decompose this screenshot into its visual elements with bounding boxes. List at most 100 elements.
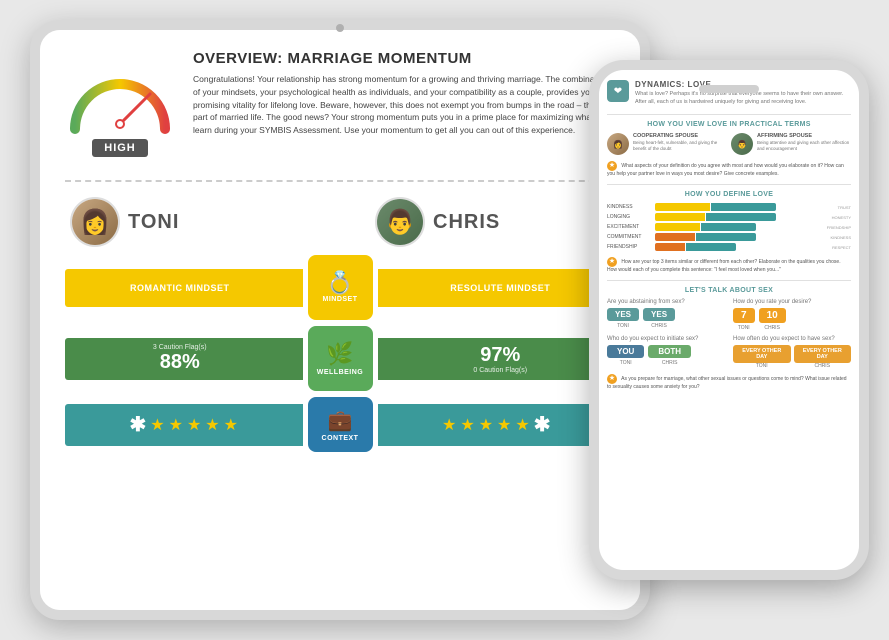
dl-toni-4 [655, 243, 685, 251]
phone-divider-3 [607, 280, 851, 281]
chris-desire-name: CHRIS [759, 325, 786, 331]
dl-label-2: EXCITEMENT [607, 224, 652, 230]
chris-block: 👨 CHRIS [375, 197, 610, 247]
toni-sex-name: TONI [607, 323, 639, 329]
phone-header: ❤ DYNAMICS: LOVE What is love? Perhaps i… [607, 80, 851, 106]
dl-right-3: KINDNESS [821, 235, 851, 240]
toni-initiate-name: TONI [607, 360, 644, 366]
phone-camera [699, 85, 759, 93]
mindset-left-label: ROMANTIC MINDSET [130, 283, 230, 293]
phone-toni-desc: Being heart-felt, vulnerable, and giving… [633, 140, 727, 152]
question-icon-1: ★ [607, 161, 617, 171]
toni-block: 👩 TONI [70, 197, 305, 247]
toni-avatar-inner: 👩 [72, 199, 118, 245]
dl-label-0: KINDNESS [607, 204, 652, 210]
define-row-friendship: FRIENDSHIP RESPECT [607, 243, 851, 251]
star4: ★ [205, 415, 219, 435]
define-row-commitment: COMMITMENT KINDNESS [607, 233, 851, 241]
wellbeing-left-percent: 88% [160, 351, 200, 374]
dl-bars-0 [655, 203, 818, 211]
phone-toni-card: 👩 COOPERATING SPOUSE Being heart-felt, v… [607, 133, 727, 155]
star7: ★ [460, 415, 474, 435]
people-row: 👩 TONI 👨 CHRIS [65, 197, 615, 247]
dl-toni-3 [655, 233, 695, 241]
initiate-title: Who do you expect to initiate sex? [607, 336, 725, 342]
context-star-left: ✱ ★ ★ ★ ★ ★ [65, 404, 303, 446]
dl-label-4: FRIENDSHIP [607, 244, 652, 250]
define-row-longing: LONGING HONESTY [607, 213, 851, 221]
phone-header-icon: ❤ [607, 80, 629, 102]
dl-toni-0 [655, 203, 710, 211]
mindset-right-label: RESOLUTE MINDSET [450, 283, 550, 293]
phone-people-cards: 👩 COOPERATING SPOUSE Being heart-felt, v… [607, 133, 851, 155]
abstaining-badges: YES TONI YES CHRIS [607, 308, 725, 329]
chris-avatar: 👨 [375, 197, 425, 247]
tablet-camera [336, 24, 344, 32]
mindset-center-label: MINDSET [323, 296, 358, 303]
mindset-bar-row: ROMANTIC MINDSET 💍 MINDSET RESOLUTE MIND… [65, 255, 615, 320]
desire-col: How do you rate your desire? 7 TONI 10 C… [733, 299, 851, 331]
chris-sex-name: CHRIS [643, 323, 675, 329]
initiate-col: Who do you expect to initiate sex? YOU T… [607, 336, 725, 369]
dl-label-1: LONGING [607, 214, 652, 220]
tablet-content: HIGH OVERVIEW: MARRIAGE MOMENTUM Congrat… [40, 30, 640, 610]
dl-chris-1 [706, 213, 776, 221]
star5: ★ [224, 415, 238, 435]
wellbeing-leaf-icon: 🌿 [326, 341, 353, 367]
frequency-col: How often do you expect to have sex? EVE… [733, 336, 851, 369]
define-row-excitement: EXCITEMENT FRIENDSHIP [607, 223, 851, 231]
phone-chris-desc: Being attentive and giving each other af… [757, 140, 851, 152]
toni-name: TONI [128, 211, 179, 234]
phone-dynamics-subtitle: What is love? Perhaps it's no surprise t… [635, 91, 851, 106]
chris-freq-name: CHRIS [794, 363, 852, 369]
toni-desire-group: 7 TONI [733, 308, 755, 331]
star1: ★ [150, 415, 164, 435]
question-icon-2: ★ [607, 257, 617, 267]
toni-desire-name: TONI [733, 325, 755, 331]
star2: ★ [169, 415, 183, 435]
phone-question-2: ★ How are your top 3 items similar or di… [607, 257, 851, 274]
abstaining-title: Are you abstaining from sex? [607, 299, 725, 305]
desire-badges: 7 TONI 10 CHRIS [733, 308, 851, 331]
toni-initiate-group: YOU TONI [607, 345, 644, 366]
chris-initiate-group: BOTH CHRIS [648, 345, 691, 366]
context-briefcase-icon: 💼 [328, 408, 353, 433]
star3: ★ [187, 415, 201, 435]
context-center-label: CONTEXT [322, 435, 359, 442]
sex-top-row: Are you abstaining from sex? YES TONI YE… [607, 299, 851, 331]
initiate-badges: YOU TONI BOTH CHRIS [607, 345, 725, 366]
define-love-bars: KINDNESS TRUST LONGING HONESTY [607, 203, 851, 251]
phone-toni-avatar-inner: 👩 [607, 133, 629, 155]
phone-question-1: ★ What aspects of your definition do you… [607, 161, 851, 178]
toni-initiate-badge: YOU [607, 345, 644, 358]
toni-freq-group: EVERY OTHER DAY TONI [733, 345, 791, 369]
chris-freq-group: EVERY OTHER DAY CHRIS [794, 345, 852, 369]
dl-bars-4 [655, 243, 818, 251]
phone-toni-label: COOPERATING SPOUSE [633, 133, 727, 139]
chris-yes-group: YES CHRIS [643, 308, 675, 329]
star6: ★ [442, 415, 456, 435]
gauge-container: HIGH [65, 50, 175, 160]
dl-label-3: COMMITMENT [607, 234, 652, 240]
define-row-kindness: KINDNESS TRUST [607, 203, 851, 211]
wellbeing-left-caution: 3 Caution Flag(s) [153, 344, 207, 351]
overview-title: OVERVIEW: MARRIAGE MOMENTUM [193, 50, 615, 67]
toni-freq-name: TONI [733, 363, 791, 369]
dl-right-0: TRUST [821, 205, 851, 210]
phone-define-love-title: HOW YOU DEFINE LOVE [607, 191, 851, 198]
wellbeing-right-percent: 97% [480, 344, 520, 367]
dl-toni-1 [655, 213, 705, 221]
chris-initiate-badge: BOTH [648, 345, 691, 358]
star10: ★ [515, 415, 529, 435]
sex-bottom-row: Who do you expect to initiate sex? YOU T… [607, 336, 851, 369]
overview-section: HIGH OVERVIEW: MARRIAGE MOMENTUM Congrat… [65, 50, 615, 182]
phone: ❤ DYNAMICS: LOVE What is love? Perhaps i… [589, 60, 869, 580]
dl-bars-1 [655, 213, 818, 221]
dl-bars-2 [655, 223, 818, 231]
phone-header-text: DYNAMICS: LOVE What is love? Perhaps it'… [635, 80, 851, 106]
gauge-label: HIGH [92, 139, 148, 157]
overview-text: OVERVIEW: MARRIAGE MOMENTUM Congratulati… [193, 50, 615, 160]
frequency-badges: EVERY OTHER DAY TONI EVERY OTHER DAY CHR… [733, 345, 851, 369]
dl-chris-4 [686, 243, 736, 251]
wellbeing-bar-right: 97% 0 Caution Flag(s) [378, 338, 616, 380]
